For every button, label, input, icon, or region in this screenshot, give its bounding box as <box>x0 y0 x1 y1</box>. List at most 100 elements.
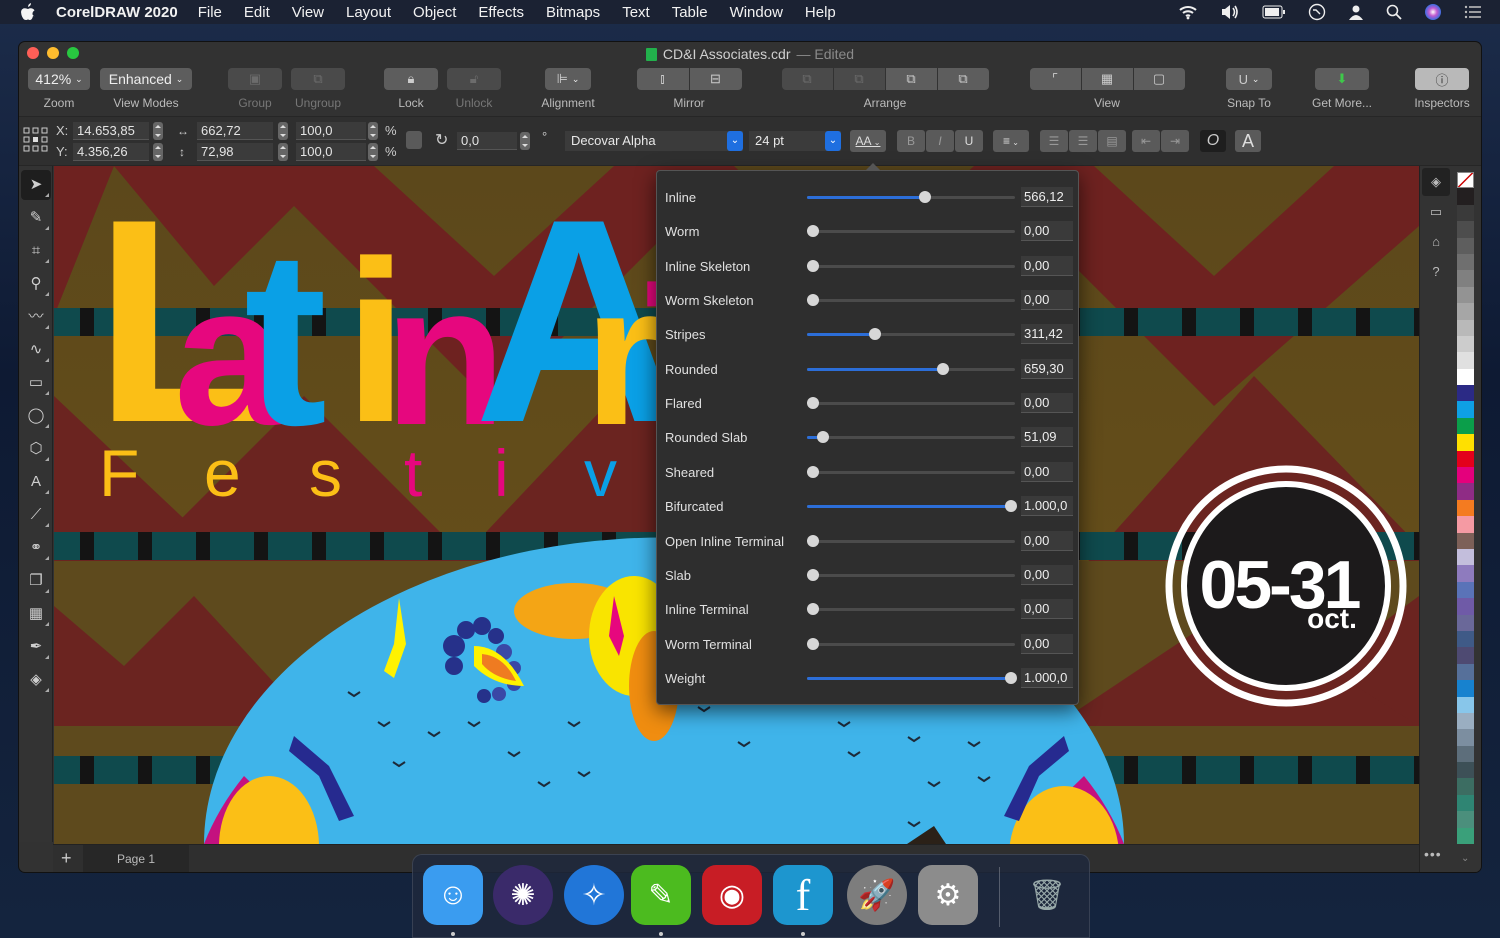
no-fill-swatch[interactable] <box>1457 172 1474 189</box>
axis-slider-knob[interactable] <box>807 637 819 650</box>
pick-tool-button[interactable]: ➤ <box>21 170 51 200</box>
width-stepper[interactable] <box>278 122 288 140</box>
color-swatch[interactable] <box>1457 352 1474 369</box>
axis-value-field[interactable]: 0,00 <box>1021 564 1073 585</box>
color-swatch[interactable] <box>1457 286 1474 304</box>
color-swatch[interactable] <box>1457 319 1474 336</box>
dock-app-corel-capture[interactable]: ◉ <box>702 865 762 925</box>
color-swatch[interactable] <box>1457 417 1474 435</box>
zoom-tool-button[interactable]: ⚲ <box>21 269 51 299</box>
ungroup-button[interactable]: ⧉ <box>291 68 345 90</box>
unlock-button[interactable]: 🔓︎ <box>447 68 501 90</box>
notification-center-icon[interactable] <box>1464 5 1482 19</box>
color-swatch[interactable] <box>1457 335 1474 353</box>
dock-app-safari[interactable]: ✧ <box>564 865 624 925</box>
menu-view[interactable]: View <box>292 4 324 21</box>
axis-slider[interactable] <box>807 671 1017 684</box>
ellipse-tool-button[interactable]: ◯ <box>21 401 51 431</box>
color-swatch[interactable] <box>1457 696 1474 713</box>
crop-tool-button[interactable]: ⌗ <box>21 236 51 266</box>
axis-slider[interactable] <box>807 465 1015 478</box>
add-page-button[interactable]: + <box>61 848 72 869</box>
menu-help[interactable]: Help <box>805 4 836 21</box>
color-swatch[interactable] <box>1457 253 1474 271</box>
scale-x-stepper[interactable] <box>368 122 378 140</box>
x-position-field[interactable]: 14.653,85 <box>73 122 149 140</box>
dock-app-finder[interactable]: ☺ <box>423 865 483 925</box>
axis-value-field[interactable]: 0,00 <box>1021 599 1073 620</box>
axis-value-field[interactable]: 0,00 <box>1021 255 1073 276</box>
axis-slider-knob[interactable] <box>817 431 830 444</box>
color-swatch[interactable] <box>1457 794 1474 812</box>
inspectors-button[interactable]: ⓘ <box>1415 68 1469 90</box>
polygon-tool-button[interactable]: ⬡ <box>21 434 51 464</box>
scale-y-field[interactable]: 100,0 <box>296 143 366 161</box>
axis-slider-knob[interactable] <box>1005 671 1017 684</box>
user-icon[interactable] <box>1348 4 1364 20</box>
axis-slider[interactable] <box>807 637 1015 650</box>
axis-slider[interactable] <box>807 294 1015 307</box>
axis-slider[interactable] <box>807 431 1015 444</box>
grid-button[interactable]: ▦ <box>1081 68 1133 90</box>
axis-value-field[interactable]: 0,00 <box>1021 221 1073 242</box>
axis-slider[interactable] <box>807 500 1017 513</box>
axis-slider[interactable] <box>807 603 1015 616</box>
menu-file[interactable]: File <box>198 4 222 21</box>
color-swatch[interactable] <box>1457 204 1474 222</box>
rectangle-tool-button[interactable]: ▭ <box>21 368 51 398</box>
eyedropper-button[interactable]: ✒ <box>21 632 51 662</box>
color-swatch[interactable] <box>1457 385 1474 402</box>
rulers-button[interactable]: ⌜ <box>1029 68 1081 90</box>
color-swatch[interactable] <box>1457 729 1474 746</box>
x-position-stepper[interactable] <box>153 122 163 140</box>
artistic-media-button[interactable]: ∿ <box>21 335 51 365</box>
dock-app-corel-font-manager[interactable]: f <box>773 865 833 925</box>
axis-slider[interactable] <box>807 362 1015 375</box>
tags-icon[interactable]: ⌂ <box>1422 228 1450 256</box>
color-swatch[interactable] <box>1457 548 1474 566</box>
menu-window[interactable]: Window <box>730 4 783 21</box>
axis-slider-knob[interactable] <box>807 259 819 272</box>
scale-y-stepper[interactable] <box>368 143 378 161</box>
to-front-button[interactable]: ⧉ <box>781 68 833 90</box>
lock-button[interactable]: 🔒︎ <box>384 68 438 90</box>
more-options-icon[interactable]: ••• <box>1424 846 1442 862</box>
text-align-dropdown[interactable]: ≡ ⌄ <box>993 130 1029 152</box>
axis-slider-knob[interactable] <box>807 568 819 581</box>
drop-shadow-button[interactable]: ❐ <box>21 566 51 596</box>
color-swatch[interactable] <box>1457 680 1474 697</box>
color-swatch[interactable] <box>1457 647 1474 664</box>
app-menu[interactable]: CorelDRAW 2020 <box>56 4 178 21</box>
zoom-window-button[interactable] <box>67 47 79 59</box>
axis-slider-knob[interactable] <box>919 191 932 203</box>
y-position-field[interactable]: 4.356,26 <box>73 143 149 161</box>
to-back-button[interactable]: ⧉ <box>833 68 885 90</box>
forward-one-button[interactable]: ⧉ <box>885 68 937 90</box>
dock-app-launchpad[interactable]: 🚀 <box>847 865 907 925</box>
back-one-button[interactable]: ⧉ <box>937 68 989 90</box>
menu-layout[interactable]: Layout <box>346 4 391 21</box>
screen-time-icon[interactable] <box>1308 3 1326 21</box>
color-swatch[interactable] <box>1457 614 1474 631</box>
font-size-select[interactable]: 24 pt ⌄ <box>749 131 841 151</box>
color-swatch[interactable] <box>1457 811 1474 828</box>
color-swatch[interactable] <box>1457 368 1474 386</box>
siri-icon[interactable] <box>1424 3 1442 21</box>
palette-scroll-down-icon[interactable]: ⌄ <box>1461 853 1469 864</box>
numbered-list-button[interactable]: ☰ <box>1069 130 1097 152</box>
axis-value-field[interactable]: 0,00 <box>1021 393 1073 414</box>
guidelines-button[interactable]: ▢ <box>1133 68 1185 90</box>
underline-button[interactable]: U <box>955 130 983 152</box>
increase-indent-button[interactable]: ⇥ <box>1161 130 1189 152</box>
axis-slider[interactable] <box>807 534 1015 547</box>
scale-x-field[interactable]: 100,0 <box>296 122 366 140</box>
color-swatch[interactable] <box>1457 237 1474 254</box>
color-swatch[interactable] <box>1457 827 1474 845</box>
dock-app-trash[interactable]: 🗑 <box>1017 865 1077 925</box>
decrease-indent-button[interactable]: ⇤ <box>1132 130 1160 152</box>
edit-text-button[interactable]: A <box>1235 130 1261 152</box>
zoom-dropdown[interactable]: 412% ⌄ <box>28 68 90 90</box>
get-more-button[interactable]: ⬇ <box>1315 68 1369 90</box>
color-swatch[interactable] <box>1457 581 1474 599</box>
menu-text[interactable]: Text <box>622 4 650 21</box>
